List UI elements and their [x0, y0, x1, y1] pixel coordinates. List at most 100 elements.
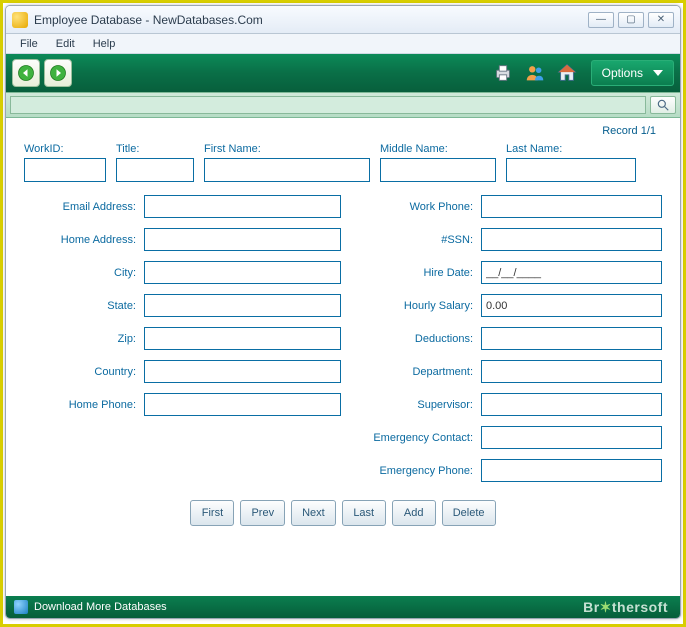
firstname-input[interactable] [204, 158, 370, 182]
record-nav-buttons: First Prev Next Last Add Delete [24, 500, 662, 526]
city-row: City: [24, 261, 341, 284]
chevron-down-icon [653, 70, 663, 76]
download-link[interactable]: Download More Databases [34, 601, 167, 613]
lastname-input[interactable] [506, 158, 636, 182]
zip-row: Zip: [24, 327, 341, 350]
maximize-button[interactable]: ▢ [618, 12, 644, 28]
deductions-row: Deductions: [345, 327, 662, 350]
options-label: Options [602, 66, 643, 80]
lastname-label: Last Name: [506, 143, 636, 155]
options-button[interactable]: Options [591, 60, 674, 86]
country-input[interactable] [144, 360, 341, 383]
ssn-row: #SSN: [345, 228, 662, 251]
salary-input[interactable] [481, 294, 662, 317]
workphone-row: Work Phone: [345, 195, 662, 218]
city-input[interactable] [144, 261, 341, 284]
menubar: File Edit Help [6, 34, 680, 54]
zip-input[interactable] [144, 327, 341, 350]
menu-edit[interactable]: Edit [48, 36, 83, 52]
prev-button[interactable]: Prev [240, 500, 285, 526]
emergencycontact-label: Emergency Contact: [345, 432, 481, 444]
searchbar [6, 92, 680, 118]
middlename-input[interactable] [380, 158, 496, 182]
next-button[interactable]: Next [291, 500, 336, 526]
toolbar: Options [6, 54, 680, 92]
left-column: Email Address: Home Address: City: State… [24, 195, 341, 492]
department-row: Department: [345, 360, 662, 383]
window-title: Employee Database - NewDatabases.Com [34, 13, 588, 27]
title-input[interactable] [116, 158, 194, 182]
menu-help[interactable]: Help [85, 36, 124, 52]
app-window: Employee Database - NewDatabases.Com — ▢… [5, 5, 681, 619]
supervisor-input[interactable] [481, 393, 662, 416]
search-button[interactable] [650, 96, 676, 114]
department-input[interactable] [481, 360, 662, 383]
columns: Email Address: Home Address: City: State… [24, 195, 662, 492]
emergencyphone-input[interactable] [481, 459, 662, 482]
homephone-label: Home Phone: [24, 399, 144, 411]
state-label: State: [24, 300, 144, 312]
homeaddress-row: Home Address: [24, 228, 341, 251]
home-icon [556, 62, 578, 84]
firstname-label: First Name: [204, 143, 370, 155]
arrow-left-icon [17, 64, 35, 82]
state-input[interactable] [144, 294, 341, 317]
homephone-input[interactable] [144, 393, 341, 416]
record-status: Record 1/1 [24, 125, 662, 137]
home-button[interactable] [553, 59, 581, 87]
title-label: Title: [116, 143, 194, 155]
homeaddress-input[interactable] [144, 228, 341, 251]
zip-label: Zip: [24, 333, 144, 345]
workid-label: WorkID: [24, 143, 106, 155]
watermark: Br✶thersoft [583, 599, 668, 616]
right-column: Work Phone: #SSN: Hire Date: Hourly Sala… [345, 195, 662, 492]
department-label: Department: [345, 366, 481, 378]
magnifier-icon [656, 98, 670, 112]
city-label: City: [24, 267, 144, 279]
top-fields: WorkID: Title: First Name: Middle Name: … [24, 143, 662, 182]
supervisor-label: Supervisor: [345, 399, 481, 411]
workphone-label: Work Phone: [345, 201, 481, 213]
nav-forward-button[interactable] [44, 59, 72, 87]
hiredate-row: Hire Date: [345, 261, 662, 284]
email-input[interactable] [144, 195, 341, 218]
title-group: Title: [116, 143, 194, 182]
window-buttons: — ▢ ✕ [588, 12, 674, 28]
email-label: Email Address: [24, 201, 144, 213]
homeaddress-label: Home Address: [24, 234, 144, 246]
search-input[interactable] [10, 96, 646, 114]
lastname-group: Last Name: [506, 143, 636, 182]
last-button[interactable]: Last [342, 500, 386, 526]
workid-input[interactable] [24, 158, 106, 182]
country-label: Country: [24, 366, 144, 378]
minimize-button[interactable]: — [588, 12, 614, 28]
emergencycontact-row: Emergency Contact: [345, 426, 662, 449]
delete-button[interactable]: Delete [442, 500, 496, 526]
statusbar: Download More Databases Br✶thersoft [6, 596, 680, 618]
ssn-input[interactable] [481, 228, 662, 251]
app-icon [12, 12, 28, 28]
add-button[interactable]: Add [392, 500, 436, 526]
nav-back-button[interactable] [12, 59, 40, 87]
salary-row: Hourly Salary: [345, 294, 662, 317]
workid-group: WorkID: [24, 143, 106, 182]
titlebar: Employee Database - NewDatabases.Com — ▢… [6, 6, 680, 34]
workphone-input[interactable] [481, 195, 662, 218]
email-row: Email Address: [24, 195, 341, 218]
print-button[interactable] [489, 59, 517, 87]
hiredate-input[interactable] [481, 261, 662, 284]
emergencycontact-input[interactable] [481, 426, 662, 449]
ssn-label: #SSN: [345, 234, 481, 246]
supervisor-row: Supervisor: [345, 393, 662, 416]
close-button[interactable]: ✕ [648, 12, 674, 28]
people-icon [524, 62, 546, 84]
salary-label: Hourly Salary: [345, 300, 481, 312]
deductions-label: Deductions: [345, 333, 481, 345]
deductions-input[interactable] [481, 327, 662, 350]
users-button[interactable] [521, 59, 549, 87]
outer-frame: Employee Database - NewDatabases.Com — ▢… [0, 0, 686, 627]
printer-icon [492, 62, 514, 84]
first-button[interactable]: First [190, 500, 234, 526]
menu-file[interactable]: File [12, 36, 46, 52]
state-row: State: [24, 294, 341, 317]
